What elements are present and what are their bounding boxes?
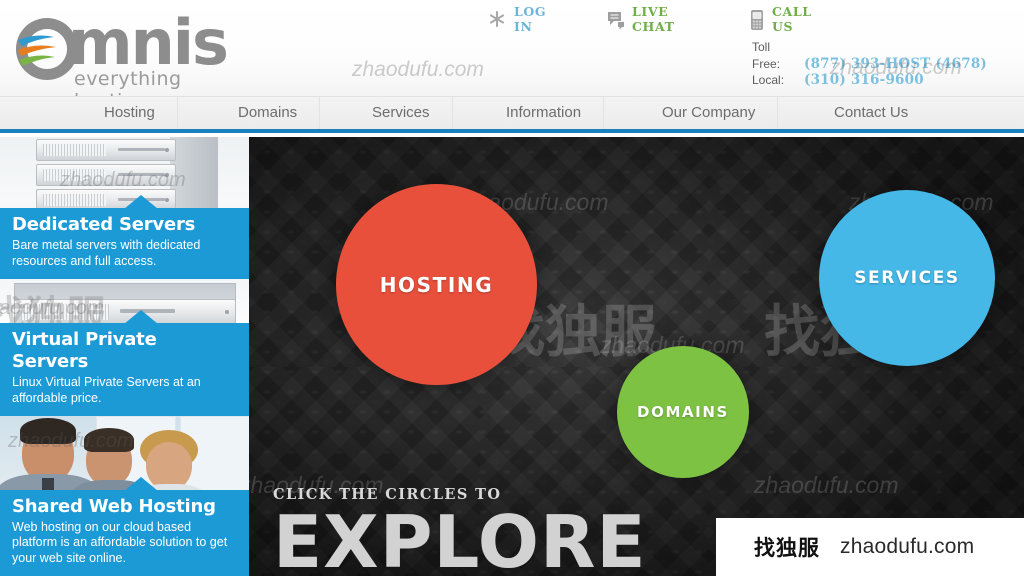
toll-free-label-line1: Toll xyxy=(752,40,771,54)
sidebar-caption: Shared Web Hosting Web hosting on our cl… xyxy=(0,476,249,576)
services-circle-button[interactable]: SERVICES xyxy=(819,190,995,366)
watermark-badge-cn: 找独服 xyxy=(754,536,820,560)
logo-wordmark: mnis xyxy=(68,6,229,79)
watermark-badge: 找独服 zhaodufu.com xyxy=(716,518,1024,576)
services-circle-label: SERVICES xyxy=(854,268,960,288)
local-label: Local: xyxy=(752,73,785,87)
main-content: zhaodufu.com zhaodufu.com zhaodufu.com z… xyxy=(0,137,1024,576)
asterisk-icon xyxy=(488,9,506,29)
toll-free-label: Free: xyxy=(752,57,781,71)
toll-free-row: Free: (877) 393-HOST (4678) xyxy=(752,56,1017,72)
logo-tagline: everything hosting xyxy=(74,68,182,97)
toll-free-number[interactable]: (877) 393-HOST (4678) xyxy=(804,56,987,72)
sidebar-panel-shared-web-hosting[interactable]: zhaodufu.com Shared Web Hosting Web host… xyxy=(0,416,249,576)
hero-cta: CLICK THE CIRCLES TO EXPLORE xyxy=(273,486,793,576)
sidebar-panel-title: Virtual Private Servers xyxy=(12,329,157,372)
sidebar-panel-title: Dedicated Servers xyxy=(12,214,196,235)
hosting-circle-button[interactable]: HOSTING xyxy=(336,184,537,385)
live-chat-link[interactable]: LIVE CHAT xyxy=(606,4,675,34)
feature-sidebar: zhaodufu.com Dedicated Servers Bare meta… xyxy=(0,137,249,576)
local-row: Local: (310) 316-9600 xyxy=(752,72,1017,88)
nav-item-hosting[interactable]: Hosting xyxy=(82,97,178,129)
nav-item-domains[interactable]: Domains xyxy=(216,97,321,129)
nav-item-contact-us[interactable]: Contact Us xyxy=(812,97,930,129)
login-link[interactable]: LOG IN xyxy=(488,4,547,34)
sidebar-panel-virtual-private-servers[interactable]: 找独服 zhaodufu.com Virtual Private Servers… xyxy=(0,279,249,416)
watermark-badge-url: zhaodufu.com xyxy=(840,535,975,558)
live-chat-link-label: LIVE CHAT xyxy=(632,4,675,34)
main-navigation: Hosting Domains Services Information Our Com… xyxy=(0,97,1024,133)
hero-banner: zhaodufu.com zhaodufu.com zhaodufu.com z… xyxy=(249,137,1024,576)
site-header: mnis everything hosting LOG IN xyxy=(0,0,1024,97)
hero-cta-big: EXPLORE xyxy=(273,500,647,576)
site-logo[interactable]: mnis everything hosting xyxy=(8,6,258,97)
call-us-link-label: CALL US xyxy=(772,4,812,34)
call-us-link[interactable]: CALL US xyxy=(750,4,816,34)
sidebar-panel-desc: Bare metal servers with dedicated resour… xyxy=(12,238,201,268)
mobile-phone-icon xyxy=(750,9,764,30)
sidebar-panel-dedicated-servers[interactable]: zhaodufu.com Dedicated Servers Bare meta… xyxy=(0,137,249,279)
login-link-label: LOG IN xyxy=(514,4,547,34)
caption-arrow-icon xyxy=(124,310,158,324)
local-number[interactable]: (310) 316-9600 xyxy=(804,72,924,88)
caption-arrow-icon xyxy=(124,476,158,491)
nav-item-information[interactable]: Information xyxy=(484,97,605,129)
sidebar-panel-desc: Linux Virtual Private Servers at an affo… xyxy=(12,375,201,405)
phone-numbers: Toll Free: (877) 393-HOST (4678) Local: … xyxy=(752,40,1017,88)
nav-item-our-company[interactable]: Our Company xyxy=(640,97,779,129)
sidebar-panel-desc: Web hosting on our cloud based platform … xyxy=(12,519,228,565)
hosting-circle-label: HOSTING xyxy=(379,272,494,297)
sidebar-caption: Virtual Private Servers Linux Virtual Pr… xyxy=(0,310,249,416)
sidebar-caption: Dedicated Servers Bare metal servers wit… xyxy=(0,195,249,279)
domains-circle-button[interactable]: DOMAINS xyxy=(617,346,749,478)
chat-bubble-icon xyxy=(606,9,624,30)
nav-item-services[interactable]: Services xyxy=(350,97,453,129)
sidebar-panel-title: Shared Web Hosting xyxy=(12,495,216,517)
caption-arrow-icon xyxy=(124,195,158,209)
domains-circle-label: DOMAINS xyxy=(637,403,729,421)
watermark-domain: zhaodufu.com xyxy=(352,58,484,81)
